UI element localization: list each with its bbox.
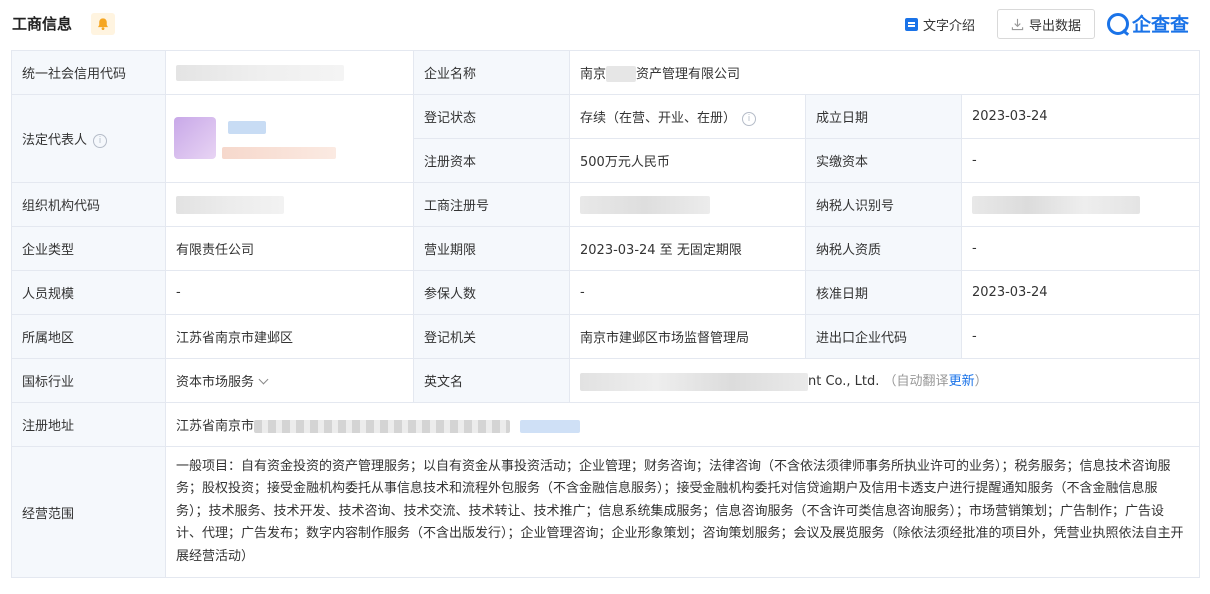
value-founded-date: 2023-03-24 <box>961 94 1200 139</box>
label-reg-authority: 登记机关 <box>413 314 570 359</box>
industry-text[interactable]: 资本市场服务 <box>176 375 254 390</box>
value-legal-rep <box>165 94 414 183</box>
info-icon[interactable]: i <box>742 111 757 126</box>
section-header: 工商信息 文字介绍 导出数据 企查查 <box>0 0 1210 48</box>
update-link[interactable]: 更新 <box>949 374 975 389</box>
value-approval-date: 2023-03-24 <box>961 270 1200 315</box>
bell-icon[interactable] <box>91 13 115 35</box>
table-row: 组织机构代码 工商注册号 纳税人识别号 <box>11 182 1200 227</box>
label-region: 所属地区 <box>11 314 166 359</box>
value-region: 江苏省南京市建邺区 <box>165 314 414 359</box>
value-industry[interactable]: 资本市场服务 <box>165 358 414 403</box>
label-legal-rep: 法定代表人 i <box>11 94 166 183</box>
company-name-prefix: 南京 <box>580 66 607 82</box>
business-info-table: 统一社会信用代码 企业名称 南京 资产管理有限公司 法定代表人 i 登记状态 存续（… <box>11 50 1200 578</box>
value-company-type: 有限责任公司 <box>165 226 414 271</box>
download-icon <box>1011 18 1024 30</box>
label-company-name: 企业名称 <box>413 50 570 95</box>
value-business-scope: 一般项目：自有资金投资的资产管理服务；以自有资金从事投资活动；企业管理；财务咨询… <box>165 446 1200 578</box>
table-row: 企业类型 有限责任公司 营业期限 2023-03-24 至 无固定期限 纳税人资… <box>11 226 1200 271</box>
export-data-button[interactable]: 导出数据 <box>997 9 1095 39</box>
redacted-block <box>580 195 710 214</box>
value-taxpayer-id <box>961 182 1200 227</box>
label-business-scope: 经营范围 <box>11 446 166 578</box>
text-intro-label: 文字介绍 <box>923 19 976 34</box>
value-paid-capital: - <box>961 138 1200 183</box>
label-org-code: 组织机构代码 <box>11 182 166 227</box>
map-link-redacted[interactable] <box>520 420 581 433</box>
redacted-block <box>176 64 344 81</box>
value-taxpayer-qual: - <box>961 226 1200 271</box>
table-row: 所属地区 江苏省南京市建邺区 登记机关 南京市建邺区市场监督管理局 进出口企业代… <box>11 314 1200 359</box>
value-org-code <box>165 182 414 227</box>
value-english-name: nt Co., Ltd. （自动翻译更新） <box>569 358 1200 403</box>
label-business-term: 营业期限 <box>413 226 570 271</box>
redacted-block <box>222 147 336 159</box>
label-insured-count: 参保人数 <box>413 270 570 315</box>
qcc-logo-icon <box>1107 12 1129 35</box>
label-staff-size: 人员规模 <box>11 270 166 315</box>
english-name-tail: nt Co., Ltd. <box>808 374 880 390</box>
section-title: 工商信息 <box>12 15 73 33</box>
document-icon <box>905 18 918 31</box>
label-approval-date: 核准日期 <box>805 270 962 315</box>
label-taxpayer-qual: 纳税人资质 <box>805 226 962 271</box>
company-name-suffix: 资产管理有限公司 <box>636 66 741 82</box>
label-import-export-code: 进出口企业代码 <box>805 314 962 359</box>
export-data-label: 导出数据 <box>1028 18 1081 34</box>
value-company-name: 南京 资产管理有限公司 <box>569 50 1200 95</box>
chevron-down-icon[interactable] <box>258 374 269 385</box>
redacted-block <box>972 195 1140 214</box>
label-company-type: 企业类型 <box>11 226 166 271</box>
legal-rep-label-text: 法定代表人 <box>22 133 88 148</box>
business-scope-text: 一般项目：自有资金投资的资产管理服务；以自有资金从事投资活动；企业管理；财务咨询… <box>176 458 1184 564</box>
value-reg-status: 存续（在营、开业、在册） i <box>569 94 806 139</box>
value-insured-count: - <box>569 270 806 315</box>
value-reg-authority: 南京市建邺区市场监督管理局 <box>569 314 806 359</box>
value-business-reg-no <box>569 182 806 227</box>
label-reg-capital: 注册资本 <box>413 138 570 183</box>
redacted-block <box>176 195 284 214</box>
value-reg-capital: 500万元人民币 <box>569 138 806 183</box>
table-row: 统一社会信用代码 企业名称 南京 资产管理有限公司 <box>11 50 1200 95</box>
value-staff-size: - <box>165 270 414 315</box>
reg-address-text: 江苏省南京市 <box>176 419 255 434</box>
qcc-logo: 企查查 <box>1107 10 1189 37</box>
redacted-block <box>254 420 511 433</box>
value-reg-address: 江苏省南京市 <box>165 402 1200 447</box>
table-row: 人员规模 - 参保人数 - 核准日期 2023-03-24 <box>11 270 1200 315</box>
info-icon[interactable]: i <box>93 133 108 148</box>
value-import-export-code: - <box>961 314 1200 359</box>
table-row: 国标行业 资本市场服务 英文名 nt Co., Ltd. （自动翻译更新） <box>11 358 1200 403</box>
text-intro-button[interactable]: 文字介绍 <box>905 15 975 34</box>
label-founded-date: 成立日期 <box>805 94 962 139</box>
redacted-block <box>580 372 808 391</box>
avatar[interactable] <box>174 117 216 159</box>
label-business-reg-no: 工商注册号 <box>413 182 570 227</box>
auto-translate-note-end: ） <box>974 374 988 390</box>
label-taxpayer-id: 纳税人识别号 <box>805 182 962 227</box>
label-english-name: 英文名 <box>413 358 570 403</box>
redacted-block <box>228 121 266 134</box>
label-industry: 国标行业 <box>11 358 166 403</box>
auto-translate-note: （自动翻译 <box>883 374 949 390</box>
table-row: 法定代表人 i 登记状态 存续（在营、开业、在册） i 成立日期 2023-03-2… <box>11 94 1200 183</box>
table-row: 注册地址 江苏省南京市 <box>11 402 1200 447</box>
label-credit-code: 统一社会信用代码 <box>11 50 166 95</box>
label-reg-address: 注册地址 <box>11 402 166 447</box>
table-row: 经营范围 一般项目：自有资金投资的资产管理服务；以自有资金从事投资活动；企业管理… <box>11 446 1200 578</box>
reg-status-text: 存续（在营、开业、在册） <box>580 111 737 126</box>
label-reg-status: 登记状态 <box>413 94 570 139</box>
value-credit-code <box>165 50 414 95</box>
value-business-term: 2023-03-24 至 无固定期限 <box>569 226 806 271</box>
label-paid-capital: 实缴资本 <box>805 138 962 183</box>
qcc-logo-text: 企查查 <box>1132 14 1190 36</box>
redacted-block <box>606 66 637 83</box>
